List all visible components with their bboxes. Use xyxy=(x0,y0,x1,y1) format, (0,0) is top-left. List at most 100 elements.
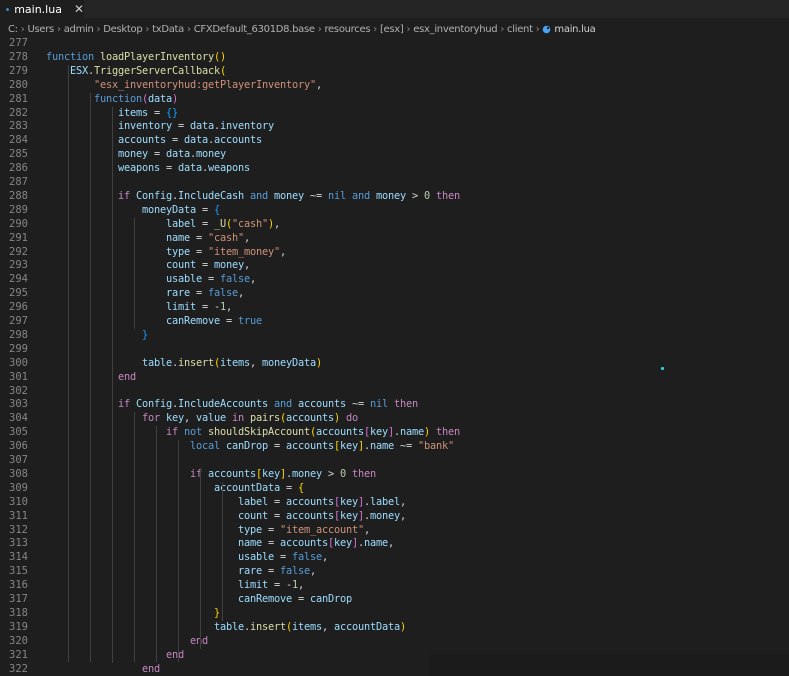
line-number: 291 xyxy=(9,231,28,244)
code-token: = xyxy=(279,481,298,494)
code-line[interactable]: 303 if Config.IncludeAccounts and accoun… xyxy=(0,398,789,412)
breadcrumb-item[interactable]: client xyxy=(507,24,533,35)
breadcrumb-item[interactable]: CFXDefault_6301D8.base xyxy=(194,24,315,35)
code-line[interactable]: 292 type = "item_money", xyxy=(0,246,789,260)
line-number: 300 xyxy=(9,356,28,369)
close-icon[interactable]: ✕ xyxy=(74,0,84,18)
code-line[interactable]: 305 if not shouldSkipAccount(accounts[ke… xyxy=(0,426,789,440)
code-line[interactable]: 294 usable = false, xyxy=(0,273,789,287)
code-line[interactable]: 277 xyxy=(0,37,789,51)
code-line[interactable]: 314 usable = false, xyxy=(0,551,789,565)
code-text: usable = false, xyxy=(46,273,256,287)
code-line[interactable]: 307 xyxy=(0,454,789,468)
code-text: if accounts[key].money > 0 then xyxy=(46,468,376,482)
code-token: end xyxy=(118,370,136,383)
code-token: = - xyxy=(196,301,220,314)
code-line[interactable]: 283 inventory = data.inventory xyxy=(0,120,789,134)
code-token: "cash" xyxy=(232,217,268,230)
code-line[interactable]: 297 canRemove = true xyxy=(0,315,789,329)
code-line[interactable]: 316 limit = -1, xyxy=(0,579,789,593)
code-line[interactable]: 317 canRemove = canDrop xyxy=(0,593,789,607)
code-line[interactable]: 287 xyxy=(0,176,789,190)
code-line[interactable]: 282 items = {} xyxy=(0,107,789,121)
code-line[interactable]: 289 moneyData = { xyxy=(0,204,789,218)
code-line[interactable]: 308 if accounts[key].money > 0 then xyxy=(0,468,789,482)
code-line[interactable]: 300 table.insert(items, moneyData) xyxy=(0,357,789,371)
code-token: = xyxy=(220,315,238,327)
breadcrumb-item[interactable]: admin xyxy=(64,24,94,35)
code-token: value xyxy=(196,412,226,425)
code-editor[interactable]: 277 278 function loadPlayerInventory() 279 … xyxy=(0,37,789,676)
code-token: = xyxy=(267,495,286,508)
code-line[interactable]: 309 accountData = { xyxy=(0,482,789,496)
code-line[interactable]: 306 local canDrop = accounts[key].name ~… xyxy=(0,440,789,454)
breadcrumb-item[interactable]: resources xyxy=(324,24,370,35)
code-line[interactable]: 278 function loadPlayerInventory() xyxy=(0,51,789,65)
code-token: } xyxy=(142,328,148,341)
code-line[interactable]: 315 rare = false, xyxy=(0,565,789,579)
breadcrumb-item[interactable]: main.lua xyxy=(554,24,595,35)
code-token: data xyxy=(178,162,202,175)
code-line[interactable]: 299 xyxy=(0,343,789,357)
code-line[interactable]: 293 count = money, xyxy=(0,259,789,273)
code-line[interactable]: 290 label = _U("cash"), xyxy=(0,218,789,232)
code-line[interactable]: 304 for key, value in pairs(accounts) do xyxy=(0,412,789,426)
code-token: , xyxy=(387,537,394,550)
code-line[interactable]: 319 table.insert(items, accountData) xyxy=(0,621,789,635)
code-line[interactable]: 320 end xyxy=(0,635,789,649)
code-token: { xyxy=(214,203,220,216)
code-line[interactable]: 318 } xyxy=(0,607,789,621)
breadcrumb-item[interactable]: [esx] xyxy=(380,24,404,35)
line-number: 303 xyxy=(9,398,28,411)
code-line[interactable]: 313 name = accounts[key].name, xyxy=(0,537,789,551)
code-token: Config xyxy=(136,398,172,411)
breadcrumb-item[interactable]: txData xyxy=(152,24,184,35)
code-line[interactable]: 285 money = data.money xyxy=(0,148,789,162)
code-token: "item_money" xyxy=(208,245,280,258)
code-line[interactable]: 291 name = "cash", xyxy=(0,232,789,246)
code-line[interactable]: 284 accounts = data.accounts xyxy=(0,134,789,148)
code-line[interactable]: 298 } xyxy=(0,329,789,343)
breadcrumb-item[interactable]: Desktop xyxy=(103,24,142,35)
code-line[interactable]: 288 if Config.IncludeCash and money ~= n… xyxy=(0,190,789,204)
line-number: 304 xyxy=(9,412,28,425)
code-line[interactable]: 286 weapons = data.weapons xyxy=(0,162,789,176)
code-token: table xyxy=(213,620,244,633)
code-token: money xyxy=(274,189,304,202)
code-line[interactable]: 295 rare = false, xyxy=(0,287,789,301)
code-line[interactable]: 296 limit = -1, xyxy=(0,301,789,315)
code-token: end xyxy=(166,648,184,661)
code-token: items xyxy=(220,356,250,369)
code-token: = xyxy=(190,245,208,258)
code-line[interactable]: 311 count = accounts[key].money, xyxy=(0,510,789,524)
code-token: = xyxy=(172,120,190,133)
breadcrumb-item[interactable]: C: xyxy=(8,24,18,35)
code-token: canRemove xyxy=(166,315,220,327)
line-number: 279 xyxy=(9,64,28,77)
code-token: = xyxy=(261,523,280,536)
code-token: ~= xyxy=(346,398,370,411)
code-line[interactable]: 310 label = accounts[key].label, xyxy=(0,496,789,510)
breadcrumb-item[interactable]: Users xyxy=(27,24,54,35)
code-text: if Config.IncludeAccounts and accounts ~… xyxy=(46,398,418,412)
code-line[interactable]: 301 end xyxy=(0,371,789,385)
breadcrumb-item[interactable]: esx_inventoryhud xyxy=(413,24,497,35)
code-line[interactable]: 302 xyxy=(0,385,789,399)
code-text: money = data.money xyxy=(46,148,226,162)
code-line[interactable]: 279 ESX.TriggerServerCallback( xyxy=(0,65,789,79)
code-token: accountData xyxy=(333,620,400,633)
line-number: 296 xyxy=(9,301,28,314)
code-token: = xyxy=(148,106,166,119)
code-line[interactable]: 281 function(data) xyxy=(0,93,789,107)
code-line[interactable]: 312 type = "item_account", xyxy=(0,524,789,538)
breadcrumb: C: › Users › admin › Desktop › txData › CFXDefault… xyxy=(0,21,789,37)
code-line[interactable]: 280 "esx_inventoryhud:getPlayerInventory… xyxy=(0,79,789,93)
tab-main-lua[interactable]: main.lua ✕ xyxy=(0,0,84,18)
